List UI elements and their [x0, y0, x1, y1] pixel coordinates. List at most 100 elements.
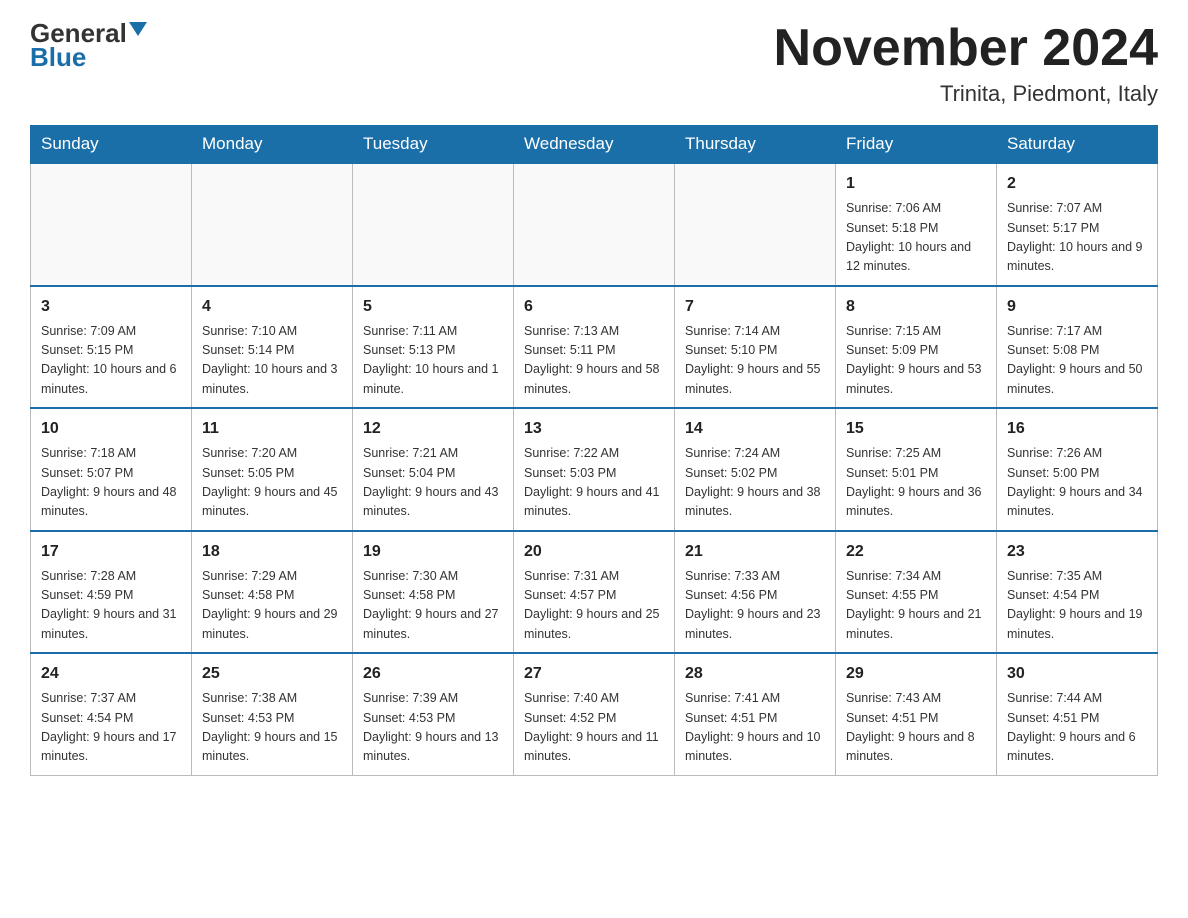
day-number-23: 23: [1007, 540, 1147, 564]
day-number-1: 1: [846, 172, 986, 196]
day-number-12: 12: [363, 417, 503, 441]
week-row-3: 10 Sunrise: 7:18 AM Sunset: 5:07 PM Dayli…: [31, 408, 1158, 531]
day-info-22: Sunrise: 7:34 AM Sunset: 4:55 PM Dayligh…: [846, 567, 986, 645]
day-info-10: Sunrise: 7:18 AM Sunset: 5:07 PM Dayligh…: [41, 444, 181, 522]
day-number-15: 15: [846, 417, 986, 441]
calendar-cell-w3-d7: 16Sunrise: 7:26 AM Sunset: 5:00 PM Dayli…: [997, 408, 1158, 531]
calendar-table: SundayMondayTuesdayWednesdayThursdayFrid…: [30, 125, 1158, 776]
calendar-cell-w5-d2: 25 Sunrise: 7:38 AM Sunset: 4:53 PM Dayli…: [192, 653, 353, 775]
calendar-cell-w3-d3: 12 Sunrise: 7:21 AM Sunset: 5:04 PM Dayli…: [353, 408, 514, 531]
calendar-cell-w5-d1: 24 Sunrise: 7:37 AM Sunset: 4:54 PM Dayli…: [31, 653, 192, 775]
calendar-cell-w2-d5: 7 Sunrise: 7:14 AM Sunset: 5:10 PM Daylig…: [675, 286, 836, 409]
day-info-25: Sunrise: 7:38 AM Sunset: 4:53 PM Dayligh…: [202, 689, 342, 767]
week-row-4: 17 Sunrise: 7:28 AM Sunset: 4:59 PM Dayli…: [31, 531, 1158, 654]
calendar-cell-w4-d4: 20Sunrise: 7:31 AM Sunset: 4:57 PM Dayli…: [514, 531, 675, 654]
day-info-14: Sunrise: 7:24 AM Sunset: 5:02 PM Dayligh…: [685, 444, 825, 522]
week-row-1: 1 Sunrise: 7:06 AM Sunset: 5:18 PM Daylig…: [31, 163, 1158, 286]
header-saturday: Saturday: [997, 126, 1158, 164]
day-info-13: Sunrise: 7:22 AM Sunset: 5:03 PM Dayligh…: [524, 444, 664, 522]
day-number-30: 30: [1007, 662, 1147, 686]
page-header: General Blue November 2024 Trinita, Pied…: [30, 20, 1158, 107]
calendar-cell-w1-d5: [675, 163, 836, 286]
calendar-cell-w3-d4: 13 Sunrise: 7:22 AM Sunset: 5:03 PM Dayli…: [514, 408, 675, 531]
day-info-24: Sunrise: 7:37 AM Sunset: 4:54 PM Dayligh…: [41, 689, 181, 767]
day-number-28: 28: [685, 662, 825, 686]
calendar-cell-w2-d4: 6 Sunrise: 7:13 AM Sunset: 5:11 PM Daylig…: [514, 286, 675, 409]
day-number-26: 26: [363, 662, 503, 686]
calendar-cell-w1-d3: [353, 163, 514, 286]
calendar-cell-w4-d7: 23 Sunrise: 7:35 AM Sunset: 4:54 PM Dayli…: [997, 531, 1158, 654]
day-number-9: 9: [1007, 295, 1147, 319]
header-sunday: Sunday: [31, 126, 192, 164]
logo-blue-text: Blue: [30, 44, 86, 70]
day-info-3: Sunrise: 7:09 AM Sunset: 5:15 PM Dayligh…: [41, 322, 181, 400]
calendar-cell-w5-d6: 29Sunrise: 7:43 AM Sunset: 4:51 PM Dayli…: [836, 653, 997, 775]
day-info-21: Sunrise: 7:33 AM Sunset: 4:56 PM Dayligh…: [685, 567, 825, 645]
calendar-cell-w4-d6: 22 Sunrise: 7:34 AM Sunset: 4:55 PM Dayli…: [836, 531, 997, 654]
calendar-cell-w3-d5: 14 Sunrise: 7:24 AM Sunset: 5:02 PM Dayli…: [675, 408, 836, 531]
calendar-cell-w2-d7: 9 Sunrise: 7:17 AM Sunset: 5:08 PM Daylig…: [997, 286, 1158, 409]
calendar-cell-w1-d4: [514, 163, 675, 286]
day-info-15: Sunrise: 7:25 AM Sunset: 5:01 PM Dayligh…: [846, 444, 986, 522]
calendar-cell-w4-d3: 19 Sunrise: 7:30 AM Sunset: 4:58 PM Dayli…: [353, 531, 514, 654]
day-number-21: 21: [685, 540, 825, 564]
day-number-8: 8: [846, 295, 986, 319]
day-info-29: Sunrise: 7:43 AM Sunset: 4:51 PM Dayligh…: [846, 689, 986, 767]
calendar-cell-w5-d7: 30 Sunrise: 7:44 AM Sunset: 4:51 PM Dayli…: [997, 653, 1158, 775]
logo-triangle-icon: [129, 22, 147, 36]
day-number-25: 25: [202, 662, 342, 686]
calendar-cell-w1-d7: 2 Sunrise: 7:07 AM Sunset: 5:17 PM Daylig…: [997, 163, 1158, 286]
calendar-cell-w1-d2: [192, 163, 353, 286]
day-info-26: Sunrise: 7:39 AM Sunset: 4:53 PM Dayligh…: [363, 689, 503, 767]
week-row-2: 3 Sunrise: 7:09 AM Sunset: 5:15 PM Daylig…: [31, 286, 1158, 409]
day-info-11: Sunrise: 7:20 AM Sunset: 5:05 PM Dayligh…: [202, 444, 342, 522]
calendar-cell-w1-d1: [31, 163, 192, 286]
logo: General Blue: [30, 20, 147, 70]
day-number-5: 5: [363, 295, 503, 319]
day-number-2: 2: [1007, 172, 1147, 196]
day-info-23: Sunrise: 7:35 AM Sunset: 4:54 PM Dayligh…: [1007, 567, 1147, 645]
calendar-cell-w4-d5: 21 Sunrise: 7:33 AM Sunset: 4:56 PM Dayli…: [675, 531, 836, 654]
calendar-cell-w1-d6: 1 Sunrise: 7:06 AM Sunset: 5:18 PM Daylig…: [836, 163, 997, 286]
day-number-13: 13: [524, 417, 664, 441]
calendar-cell-w3-d2: 11 Sunrise: 7:20 AM Sunset: 5:05 PM Dayli…: [192, 408, 353, 531]
day-info-2: Sunrise: 7:07 AM Sunset: 5:17 PM Dayligh…: [1007, 199, 1147, 277]
day-info-17: Sunrise: 7:28 AM Sunset: 4:59 PM Dayligh…: [41, 567, 181, 645]
calendar-cell-w2-d2: 4Sunrise: 7:10 AM Sunset: 5:14 PM Daylig…: [192, 286, 353, 409]
day-info-6: Sunrise: 7:13 AM Sunset: 5:11 PM Dayligh…: [524, 322, 664, 400]
title-area: November 2024 Trinita, Piedmont, Italy: [774, 20, 1158, 107]
day-number-3: 3: [41, 295, 181, 319]
day-number-24: 24: [41, 662, 181, 686]
day-info-30: Sunrise: 7:44 AM Sunset: 4:51 PM Dayligh…: [1007, 689, 1147, 767]
day-info-7: Sunrise: 7:14 AM Sunset: 5:10 PM Dayligh…: [685, 322, 825, 400]
day-number-6: 6: [524, 295, 664, 319]
day-info-16: Sunrise: 7:26 AM Sunset: 5:00 PM Dayligh…: [1007, 444, 1147, 522]
calendar-cell-w4-d1: 17 Sunrise: 7:28 AM Sunset: 4:59 PM Dayli…: [31, 531, 192, 654]
day-info-9: Sunrise: 7:17 AM Sunset: 5:08 PM Dayligh…: [1007, 322, 1147, 400]
calendar-cell-w3-d1: 10 Sunrise: 7:18 AM Sunset: 5:07 PM Dayli…: [31, 408, 192, 531]
day-number-11: 11: [202, 417, 342, 441]
calendar-cell-w4-d2: 18Sunrise: 7:29 AM Sunset: 4:58 PM Dayli…: [192, 531, 353, 654]
day-info-8: Sunrise: 7:15 AM Sunset: 5:09 PM Dayligh…: [846, 322, 986, 400]
day-info-5: Sunrise: 7:11 AM Sunset: 5:13 PM Dayligh…: [363, 322, 503, 400]
header-tuesday: Tuesday: [353, 126, 514, 164]
header-friday: Friday: [836, 126, 997, 164]
day-info-12: Sunrise: 7:21 AM Sunset: 5:04 PM Dayligh…: [363, 444, 503, 522]
day-number-19: 19: [363, 540, 503, 564]
day-info-4: Sunrise: 7:10 AM Sunset: 5:14 PM Dayligh…: [202, 322, 342, 400]
day-number-22: 22: [846, 540, 986, 564]
calendar-subtitle: Trinita, Piedmont, Italy: [774, 81, 1158, 107]
day-info-19: Sunrise: 7:30 AM Sunset: 4:58 PM Dayligh…: [363, 567, 503, 645]
day-number-20: 20: [524, 540, 664, 564]
day-number-7: 7: [685, 295, 825, 319]
calendar-cell-w2-d1: 3 Sunrise: 7:09 AM Sunset: 5:15 PM Daylig…: [31, 286, 192, 409]
calendar-cell-w3-d6: 15 Sunrise: 7:25 AM Sunset: 5:01 PM Dayli…: [836, 408, 997, 531]
calendar-cell-w2-d6: 8 Sunrise: 7:15 AM Sunset: 5:09 PM Daylig…: [836, 286, 997, 409]
calendar-title: November 2024: [774, 20, 1158, 77]
day-number-17: 17: [41, 540, 181, 564]
day-number-14: 14: [685, 417, 825, 441]
day-number-10: 10: [41, 417, 181, 441]
header-wednesday: Wednesday: [514, 126, 675, 164]
calendar-cell-w5-d3: 26 Sunrise: 7:39 AM Sunset: 4:53 PM Dayli…: [353, 653, 514, 775]
day-info-1: Sunrise: 7:06 AM Sunset: 5:18 PM Dayligh…: [846, 199, 986, 277]
